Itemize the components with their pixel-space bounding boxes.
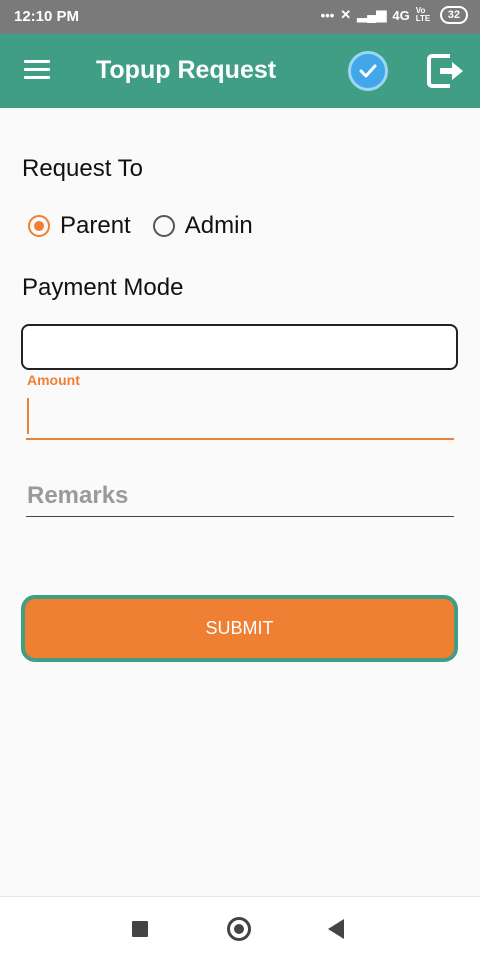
square-recents-icon[interactable] [132, 921, 148, 937]
amount-input[interactable] [26, 394, 454, 440]
remarks-input[interactable]: Remarks [26, 478, 454, 517]
page-title: Topup Request [96, 56, 277, 84]
radio-admin-label[interactable]: Admin [185, 212, 253, 240]
text-cursor [27, 398, 29, 434]
check-circle-icon[interactable] [348, 51, 388, 91]
radio-admin[interactable] [152, 215, 175, 237]
submit-button[interactable]: SUBMIT [21, 595, 458, 662]
status-bar: 12:10 PM ••• ✕ ▂▄▆ 4G Vo LTE 32 [0, 0, 480, 34]
volte-badge: Vo LTE [415, 6, 431, 23]
radio-parent-label[interactable]: Parent [60, 212, 131, 240]
app-bar: Topup Request [0, 34, 480, 108]
payment-mode-select[interactable] [21, 324, 458, 370]
logout-icon[interactable] [426, 50, 466, 92]
request-to-label: Request To [22, 155, 143, 182]
radio-parent[interactable] [28, 215, 50, 237]
status-time: 12:10 PM [14, 8, 80, 25]
remarks-placeholder: Remarks [27, 482, 129, 509]
payment-mode-label: Payment Mode [22, 274, 184, 301]
signal-icon: ▂▄▆ [357, 7, 387, 22]
battery-icon: 32 [439, 6, 468, 24]
more-dots-icon: ••• [320, 7, 335, 23]
network-type: 4G [392, 7, 410, 23]
mute-icon: ✕ [340, 7, 352, 22]
circle-home-icon[interactable] [227, 917, 251, 941]
amount-label: Amount [27, 372, 80, 388]
request-to-radio-group: Parent Admin [28, 212, 275, 240]
system-nav-bar [0, 896, 480, 961]
status-icons: ••• ✕ ▂▄▆ 4G Vo LTE 32 [321, 6, 468, 24]
hamburger-menu-icon[interactable] [24, 60, 50, 82]
triangle-back-icon[interactable] [328, 919, 344, 939]
